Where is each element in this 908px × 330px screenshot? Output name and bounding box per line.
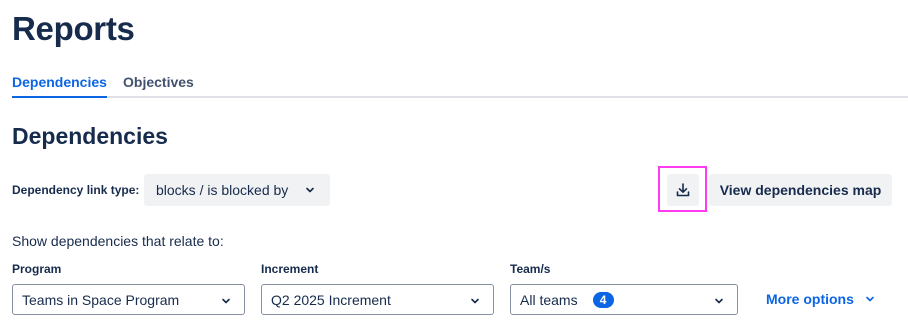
- link-type-value: blocks / is blocked by: [156, 182, 289, 198]
- link-type-select[interactable]: blocks / is blocked by: [144, 174, 330, 206]
- tab-bar: Dependencies Objectives: [12, 66, 908, 98]
- chevron-down-icon: [471, 298, 479, 304]
- teams-label: Team/s: [510, 262, 551, 276]
- tab-objectives[interactable]: Objectives: [123, 74, 194, 90]
- increment-select[interactable]: Q2 2025 Increment: [261, 284, 494, 315]
- download-button[interactable]: [667, 174, 699, 206]
- filters-intro: Show dependencies that relate to:: [12, 233, 224, 249]
- tab-dependencies[interactable]: Dependencies: [12, 74, 107, 90]
- view-dependencies-map-button[interactable]: View dependencies map: [709, 174, 892, 206]
- chevron-down-icon: [306, 187, 314, 193]
- teams-count-badge: 4: [592, 291, 614, 308]
- page-title: Reports: [12, 10, 135, 47]
- download-icon: [676, 183, 690, 197]
- increment-value: Q2 2025 Increment: [271, 291, 391, 308]
- chevron-down-icon: [222, 298, 230, 304]
- increment-label: Increment: [261, 262, 319, 276]
- section-title: Dependencies: [12, 123, 168, 149]
- chevron-down-icon: [715, 298, 723, 304]
- teams-select[interactable]: All teams 4: [510, 284, 738, 315]
- more-options-label: More options: [766, 291, 854, 307]
- more-options-button[interactable]: More options: [766, 291, 876, 307]
- chevron-down-icon: [866, 296, 874, 302]
- program-value: Teams in Space Program: [22, 291, 180, 308]
- teams-value: All teams: [520, 291, 578, 308]
- program-select[interactable]: Teams in Space Program: [12, 284, 245, 315]
- active-tab-indicator: [12, 96, 107, 98]
- link-type-label: Dependency link type:: [12, 183, 140, 197]
- program-label: Program: [12, 262, 62, 276]
